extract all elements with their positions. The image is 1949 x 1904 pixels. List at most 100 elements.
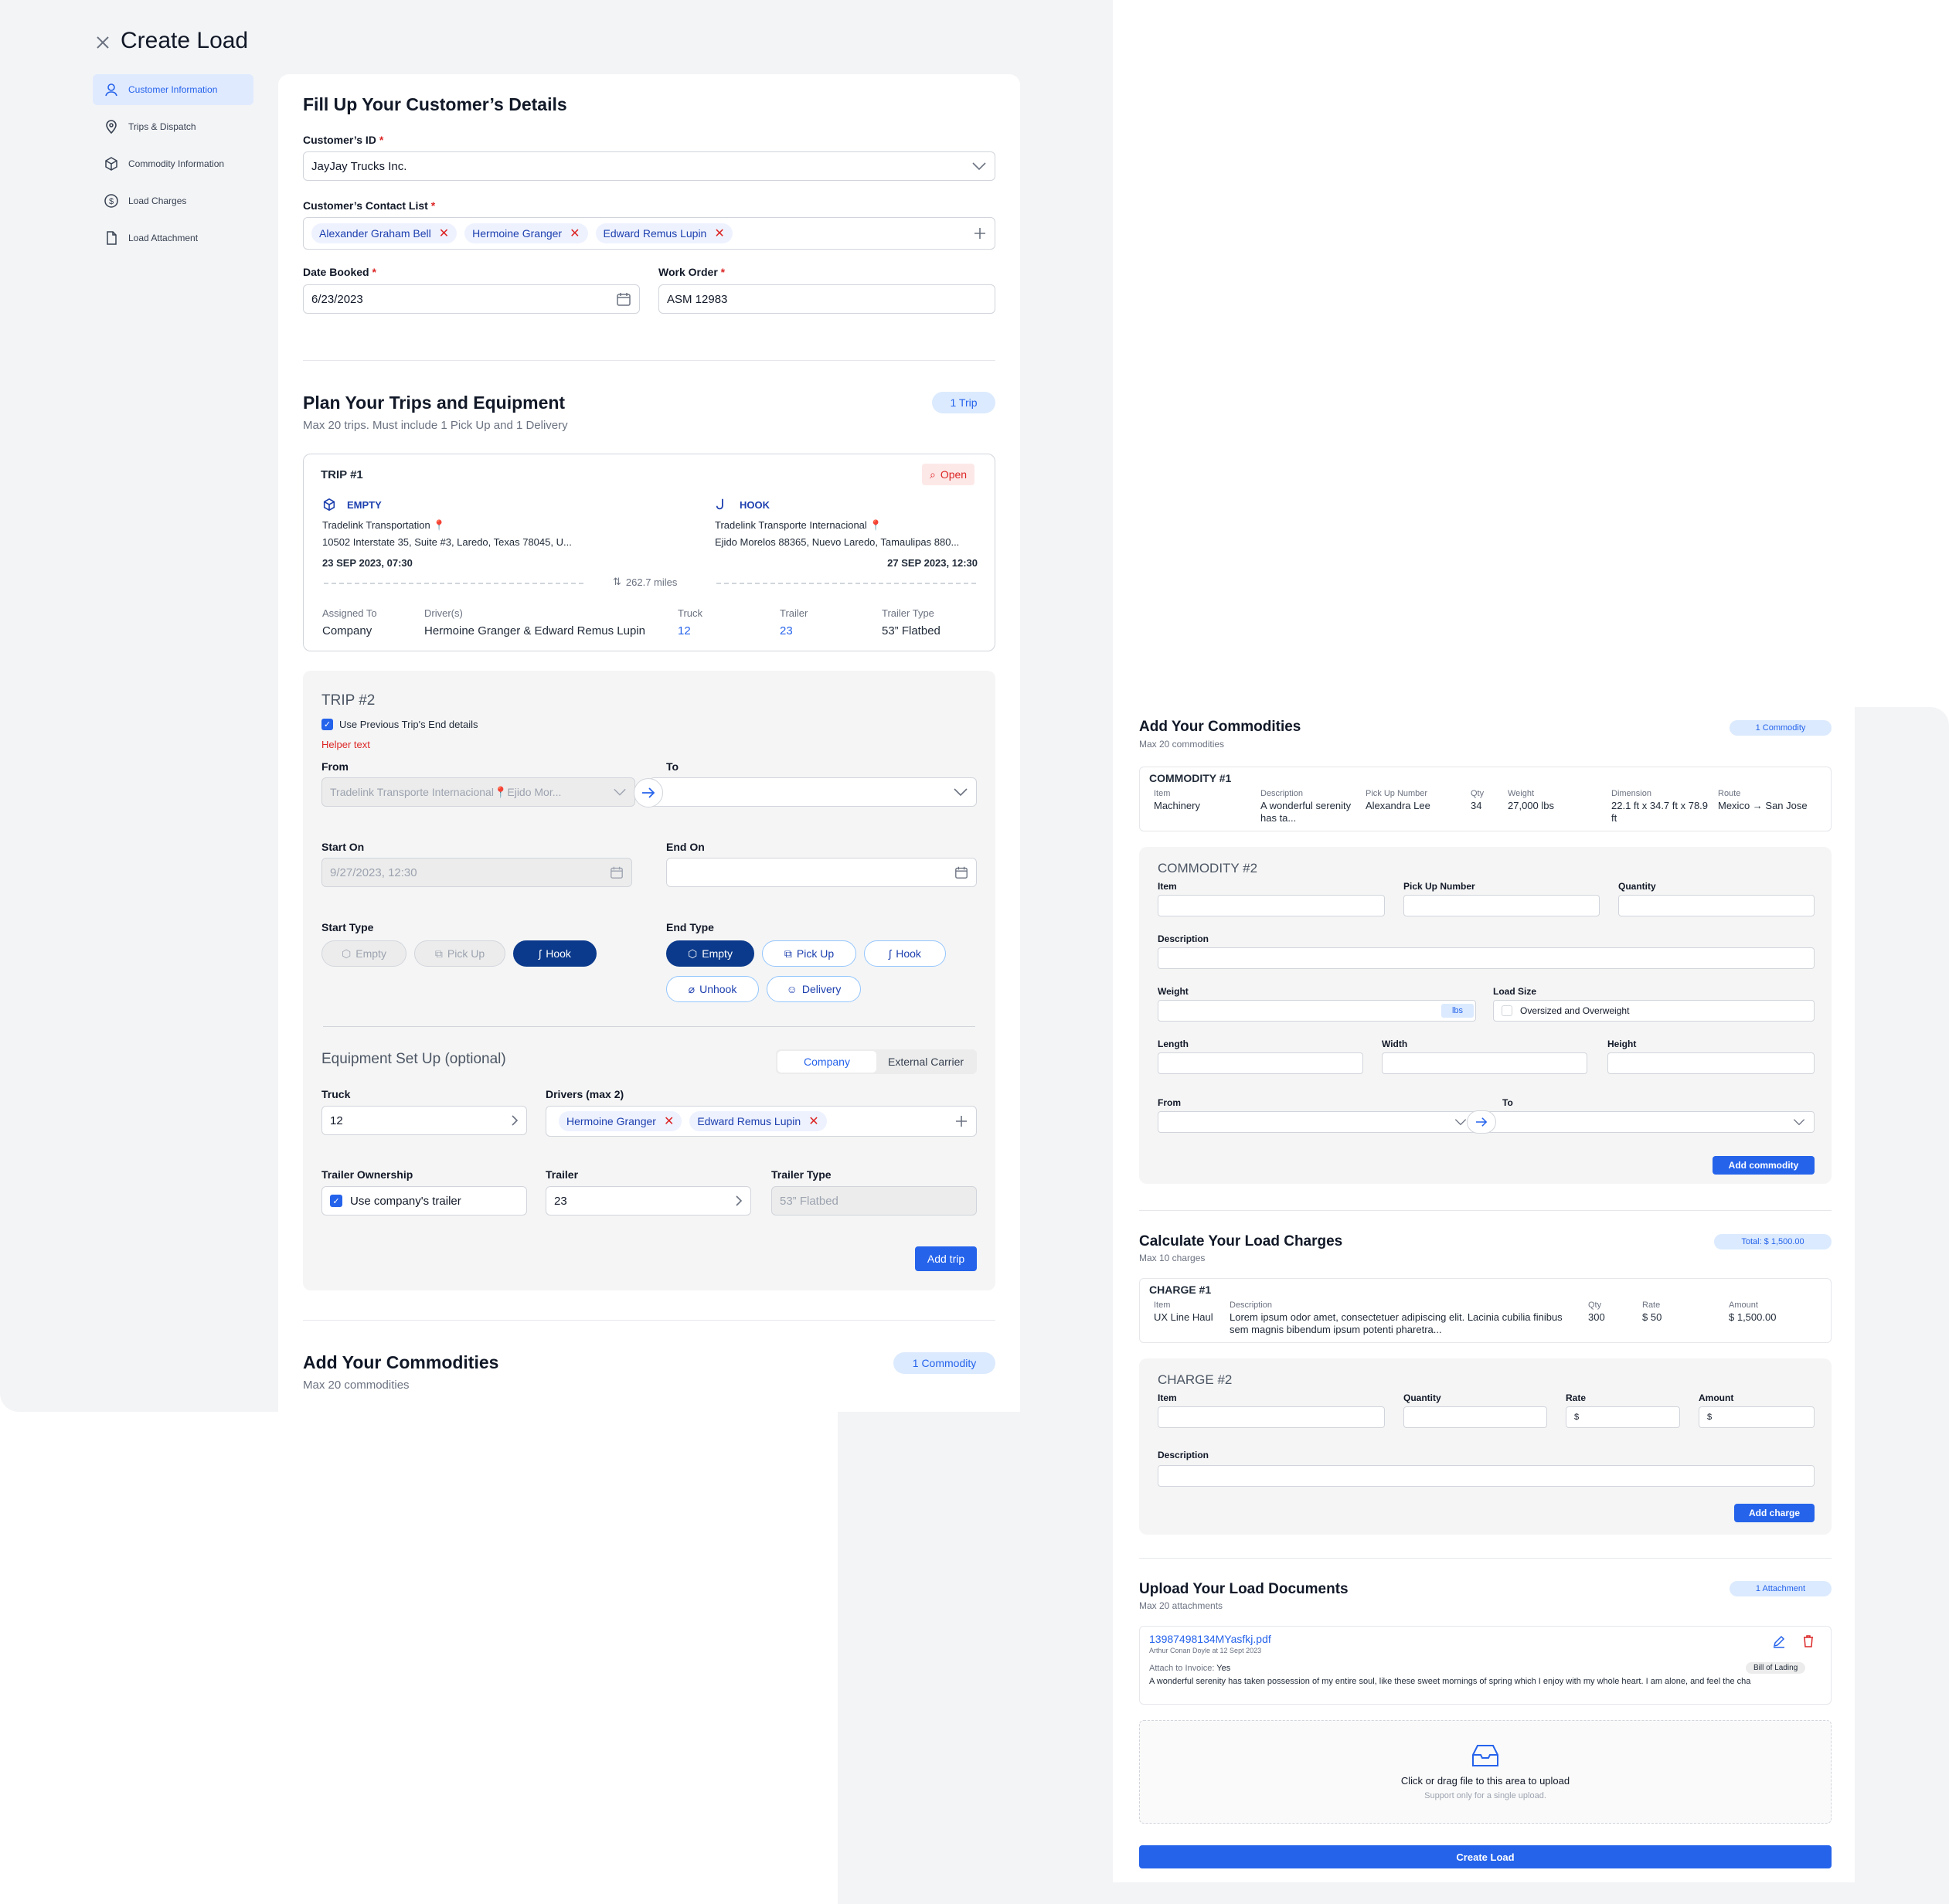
chevron-down-icon (1454, 1118, 1468, 1126)
route-line (716, 583, 976, 584)
commodity-route-value: Mexico → San Jose (1718, 800, 1808, 811)
trip-1-card[interactable]: TRIP #1 ⌕ Open EMPTY Tradelink Transporta… (303, 454, 995, 651)
charge-description-input[interactable] (1158, 1465, 1815, 1487)
end-type-pickup[interactable]: ⧉ Pick Up (762, 940, 856, 967)
remove-icon[interactable]: ✕ (664, 1114, 674, 1129)
start-type-pickup[interactable]: ⧉ Pick Up (414, 940, 505, 967)
sidebar-item-load-charges[interactable]: $ Load Charges (93, 185, 253, 216)
attachment-card: 13987498134MYasfkj.pdf Arthur Conan Doyl… (1139, 1626, 1832, 1705)
close-icon[interactable] (94, 34, 111, 51)
drivers-input[interactable]: Hermoine Granger ✕ Edward Remus Lupin ✕ (546, 1106, 977, 1137)
contact-chip[interactable]: Alexander Graham Bell ✕ (311, 223, 457, 243)
from-select[interactable] (1158, 1111, 1476, 1133)
contact-chip[interactable]: Edward Remus Lupin ✕ (595, 223, 733, 243)
charges-section-subtitle: Max 10 charges (1139, 1253, 1206, 1263)
attachment-filename-link[interactable]: 13987498134MYasfkj.pdf (1149, 1633, 1271, 1645)
end-type-empty[interactable]: ⬡ Empty (666, 940, 754, 967)
commodity-dimension-value: 22.1 ft x 34.7 ft x 78.9 ft (1611, 800, 1709, 824)
truck-value: 12 (330, 1114, 343, 1127)
remove-icon[interactable]: ✕ (439, 226, 449, 241)
commodity-qty-label: Qty (1471, 789, 1485, 798)
driver-chip[interactable]: Hermoine Granger ✕ (559, 1111, 682, 1131)
weight-input[interactable]: lbs (1158, 1000, 1476, 1022)
sidebar-item-commodity-information[interactable]: Commodity Information (93, 148, 253, 179)
charge-rate-input[interactable]: $ (1566, 1406, 1680, 1428)
commodity-1-card[interactable]: COMMODITY #1 Item Machinery Description … (1139, 767, 1832, 831)
start-type-empty[interactable]: ⬡ Empty (321, 940, 406, 967)
charge-2-form: CHARGE #2 Item Quantity Rate $ Amount $ … (1139, 1358, 1832, 1535)
truck-link[interactable]: 12 (678, 624, 691, 638)
remove-icon[interactable]: ✕ (808, 1114, 818, 1129)
date-booked-value: 6/23/2023 (311, 292, 363, 306)
quantity-input[interactable] (1618, 895, 1815, 916)
contact-list-input[interactable]: Alexander Graham Bell ✕ Hermoine Granger ✕… (303, 217, 995, 250)
charges-total-badge: Total: $ 1,500.00 (1714, 1234, 1832, 1250)
segment-external-carrier[interactable]: External Carrier (876, 1051, 975, 1073)
remove-icon[interactable]: ✕ (570, 226, 580, 241)
start-on-label: Start On (321, 841, 365, 853)
description-input[interactable] (1158, 947, 1815, 969)
trip-1-title: TRIP #1 (321, 468, 363, 481)
box-icon: ⬡ (342, 947, 352, 960)
calendar-icon[interactable] (616, 291, 631, 307)
edit-icon[interactable] (1772, 1634, 1786, 1648)
charge-1-card[interactable]: CHARGE #1 Item UX Line Haul Description … (1139, 1278, 1832, 1343)
item-input[interactable] (1158, 895, 1385, 916)
customer-id-select[interactable]: JayJay Trucks Inc. (303, 151, 995, 181)
box-icon (322, 498, 336, 512)
use-previous-checkbox[interactable]: ✓ Use Previous Trip's End details (321, 719, 478, 730)
customer-id-label: Customer’s ID * (303, 134, 384, 146)
to-select[interactable] (1487, 1111, 1815, 1133)
start-type-hook[interactable]: ʃ Hook (513, 940, 597, 967)
segment-company[interactable]: Company (777, 1051, 876, 1073)
charge-item-label: Item (1158, 1392, 1177, 1403)
hook-icon: ʃ (889, 947, 892, 960)
calendar-icon[interactable] (954, 865, 968, 879)
start-on-input[interactable]: 9/27/2023, 12:30 (321, 858, 632, 887)
end-on-input[interactable] (666, 858, 977, 887)
trip-1-end-address: Ejido Morelos 88365, Nuevo Laredo, Tamau… (715, 536, 960, 548)
to-select[interactable] (649, 777, 977, 807)
equipment-title: Equipment Set Up (optional) (321, 1051, 506, 1067)
delete-icon[interactable] (1801, 1634, 1815, 1648)
charge-item-label: Item (1154, 1300, 1171, 1310)
contact-chip[interactable]: Hermoine Granger ✕ (464, 223, 588, 243)
weight-label: Weight (1158, 986, 1189, 997)
end-type-hook[interactable]: ʃ Hook (864, 940, 946, 967)
truck-input[interactable]: 12 (321, 1106, 527, 1135)
add-trip-button[interactable]: Add trip (915, 1246, 977, 1271)
oversized-checkbox[interactable]: Oversized and Overweight (1493, 1000, 1815, 1022)
end-type-unhook[interactable]: ⌀ Unhook (666, 976, 759, 1002)
date-booked-input[interactable]: 6/23/2023 (303, 284, 640, 314)
from-select[interactable]: Tradelink Transporte Internacional📍Ejido… (321, 777, 635, 807)
trailer-ownership-checkbox[interactable]: ✓ Use company's trailer (321, 1186, 527, 1216)
trailer-input[interactable]: 23 (546, 1186, 751, 1216)
add-commodity-button[interactable]: Add commodity (1713, 1156, 1815, 1175)
height-input[interactable] (1607, 1052, 1815, 1074)
commodity-pickup-value: Alexandra Lee (1366, 800, 1430, 811)
charge-amount-input[interactable]: $ (1699, 1406, 1815, 1428)
trailer-link[interactable]: 23 (780, 624, 793, 638)
plus-icon[interactable] (954, 1114, 968, 1128)
pickup-number-input[interactable] (1403, 895, 1600, 916)
charge-quantity-input[interactable] (1403, 1406, 1547, 1428)
upload-dropzone[interactable]: Click or drag file to this area to uploa… (1139, 1720, 1832, 1824)
plus-icon[interactable] (973, 226, 987, 240)
quantity-label: Quantity (1618, 881, 1656, 892)
charge-item-input[interactable] (1158, 1406, 1385, 1428)
driver-chip[interactable]: Edward Remus Lupin ✕ (689, 1111, 827, 1131)
width-input[interactable] (1382, 1052, 1587, 1074)
truck-input-label: Truck (321, 1088, 351, 1100)
remove-icon[interactable]: ✕ (714, 226, 724, 241)
file-icon (104, 230, 119, 246)
attachment-count-badge: 1 Attachment (1730, 1581, 1832, 1596)
sidebar-item-trips-dispatch[interactable]: Trips & Dispatch (93, 111, 253, 142)
sidebar-item-load-attachment[interactable]: Load Attachment (93, 223, 253, 253)
chevron-down-icon (971, 162, 987, 171)
length-input[interactable] (1158, 1052, 1363, 1074)
create-load-button[interactable]: Create Load (1139, 1845, 1832, 1868)
sidebar-item-customer-information[interactable]: Customer Information (93, 74, 253, 105)
work-order-input[interactable]: ASM 12983 (658, 284, 995, 314)
end-type-delivery[interactable]: ☺ Delivery (767, 976, 861, 1002)
add-charge-button[interactable]: Add charge (1734, 1504, 1815, 1522)
